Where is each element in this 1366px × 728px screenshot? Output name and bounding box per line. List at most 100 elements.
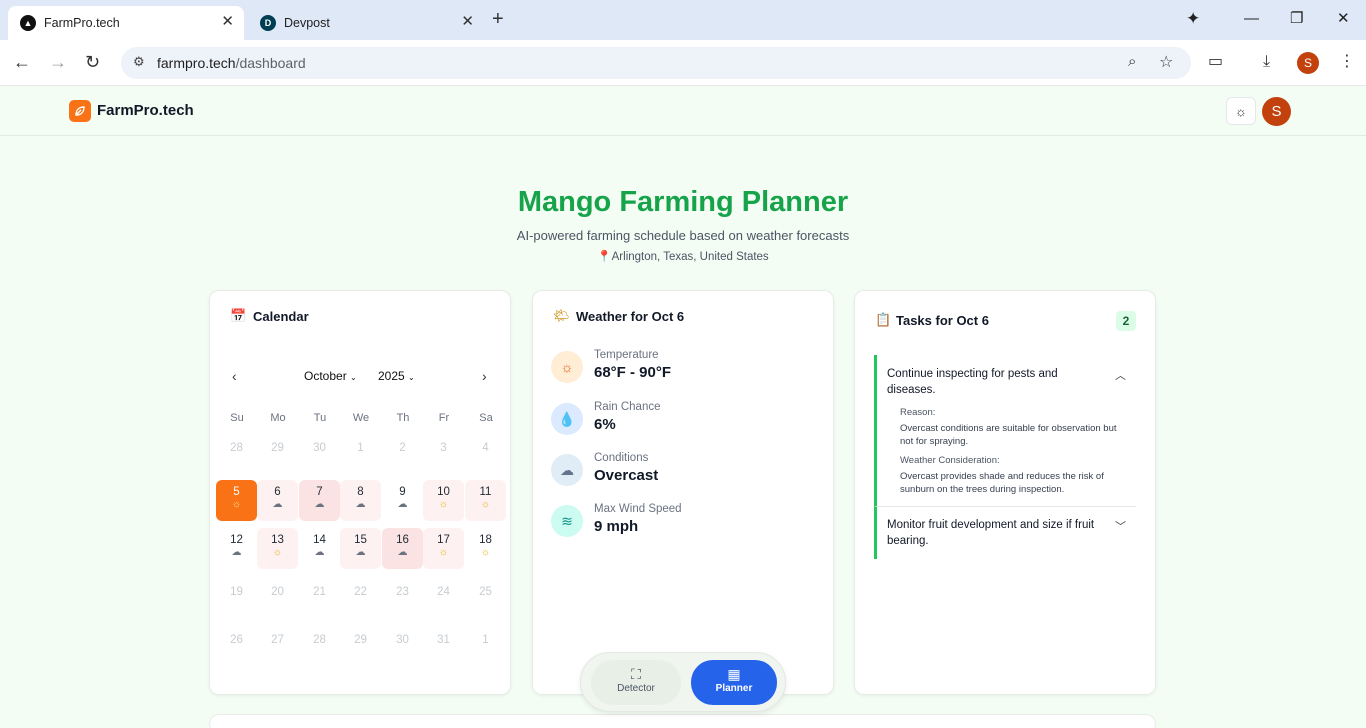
user-avatar[interactable]: S	[1262, 97, 1291, 126]
calendar-day[interactable]: 10 ☼	[423, 480, 464, 521]
task-item-collapsed[interactable]: Monitor fruit development and size if fr…	[874, 507, 1136, 559]
bookmark-star-icon[interactable]: ☆	[1159, 52, 1173, 72]
next-section-card	[209, 714, 1156, 728]
calendar-day[interactable]: 5 ☼	[216, 480, 257, 521]
calendar-day[interactable]: 7 ☁	[299, 480, 340, 521]
weather-title: Weather for Oct 6	[576, 309, 685, 324]
location-text: Arlington, Texas, United States	[611, 251, 769, 263]
calendar-day[interactable]: 23	[382, 580, 423, 621]
day-number: 12	[230, 534, 243, 546]
calendar-day[interactable]: 17 ☼	[423, 528, 464, 569]
cloud-icon: ☁	[355, 499, 366, 510]
calendar-day[interactable]: 29	[257, 436, 298, 477]
detector-label: Detector	[617, 683, 655, 694]
chevron-down-icon: ⌄	[350, 373, 357, 382]
calendar-day[interactable]: 29	[340, 628, 381, 669]
leaf-logo-icon[interactable]	[69, 100, 91, 122]
tab-farmpro[interactable]: ▲ FarmPro.tech ✕	[8, 6, 244, 40]
calendar-day[interactable]: 28	[216, 436, 257, 477]
menu-kebab-icon[interactable]: ⋮	[1339, 52, 1355, 72]
calendar-day[interactable]: 25	[465, 580, 506, 621]
year-select[interactable]: 2025 ⌄	[378, 369, 415, 383]
chevron-down-icon[interactable]: ﹀	[1115, 518, 1126, 534]
calendar-day[interactable]: 30	[299, 436, 340, 477]
day-number: 10	[437, 486, 450, 498]
calendar-day[interactable]: 24	[423, 580, 464, 621]
minimize-icon[interactable]: —	[1244, 10, 1259, 28]
month-select[interactable]: October ⌄	[304, 369, 357, 383]
brand-name[interactable]: FarmPro.tech	[97, 102, 194, 119]
calendar-day[interactable]: 12 ☁	[216, 528, 257, 569]
profile-avatar[interactable]: S	[1297, 52, 1319, 74]
new-tab-icon[interactable]: +	[492, 9, 504, 29]
calendar-day[interactable]: 31	[423, 628, 464, 669]
gemini-icon[interactable]: ✦	[1186, 10, 1200, 28]
calendar-day[interactable]: 3	[423, 436, 464, 477]
cloud-icon: ☁	[397, 499, 408, 510]
calendar-day[interactable]: 27	[257, 628, 298, 669]
close-window-icon[interactable]: ✕	[1337, 10, 1350, 28]
day-number: 1	[482, 634, 489, 646]
day-number: 24	[437, 586, 450, 598]
back-icon[interactable]: ←	[13, 52, 31, 72]
cloud-icon: ☁	[231, 547, 242, 558]
browser-toolbar: ← → ↻ ⚙ farmpro.tech/dashboard ⌕ ☆ ▭ ⤓ S…	[0, 40, 1366, 86]
screen-search-icon[interactable]: ▭	[1208, 52, 1223, 72]
calendar-day[interactable]: 15 ☁	[340, 528, 381, 569]
weather-consideration-text: Overcast provides shade and reduces the …	[900, 471, 1104, 495]
detector-button[interactable]: ⛶ Detector	[591, 660, 681, 705]
calendar-day[interactable]: 11 ☼	[465, 480, 506, 521]
close-tab-icon[interactable]: ✕	[461, 14, 474, 30]
calendar-day[interactable]: 19	[216, 580, 257, 621]
calendar-day[interactable]: 9 ☁	[382, 480, 423, 521]
day-number: 6	[274, 486, 281, 498]
weather-label: Rain Chance	[594, 401, 661, 413]
close-tab-icon[interactable]: ✕	[221, 14, 234, 30]
calendar-day[interactable]: 2	[382, 436, 423, 477]
restore-icon[interactable]: ❐	[1290, 10, 1303, 28]
address-bar[interactable]: ⚙ farmpro.tech/dashboard ⌕ ☆	[121, 47, 1191, 79]
prev-month-icon[interactable]: ‹	[232, 368, 237, 384]
day-number: 28	[230, 442, 243, 454]
site-settings-icon[interactable]: ⚙	[133, 54, 145, 70]
calendar-day[interactable]: 1	[340, 436, 381, 477]
calendar-day[interactable]: 1	[465, 628, 506, 669]
url-host: farmpro.tech	[157, 55, 236, 71]
cloud-icon: ☁	[314, 547, 325, 558]
day-number: 23	[396, 586, 409, 598]
calendar-day[interactable]: 14 ☁	[299, 528, 340, 569]
year-value: 2025	[378, 369, 405, 383]
task-item-expanded[interactable]: Continue inspecting for pests and diseas…	[874, 355, 1136, 507]
planner-button[interactable]: ▦ Planner	[691, 660, 777, 705]
weather-consideration-label: Weather Consideration:	[900, 455, 1000, 466]
calendar-day[interactable]: 8 ☁	[340, 480, 381, 521]
tab-devpost[interactable]: D Devpost ✕	[248, 6, 484, 40]
calendar-day[interactable]: 20	[257, 580, 298, 621]
calendar-day[interactable]: 28	[299, 628, 340, 669]
calendar-day[interactable]: 18 ☼	[465, 528, 506, 569]
calendar-day[interactable]: 16 ☁	[382, 528, 423, 569]
day-number: 26	[230, 634, 243, 646]
calendar-day[interactable]: 6 ☁	[257, 480, 298, 521]
calendar-day[interactable]: 30	[382, 628, 423, 669]
day-number: 14	[313, 534, 326, 546]
calendar-day[interactable]: 22	[340, 580, 381, 621]
next-month-icon[interactable]: ›	[482, 368, 487, 384]
calendar-day[interactable]: 4	[465, 436, 506, 477]
reason-text: Overcast conditions are suitable for obs…	[900, 423, 1117, 447]
theme-toggle-button[interactable]: ☼	[1226, 97, 1256, 125]
reload-icon[interactable]: ↻	[85, 52, 100, 72]
day-number: 16	[396, 534, 409, 546]
day-number: 21	[313, 586, 326, 598]
calendar-day[interactable]: 21	[299, 580, 340, 621]
calendar-icon: ▦	[727, 666, 741, 682]
sun-icon: ☼	[480, 547, 491, 558]
forward-icon[interactable]: →	[49, 52, 67, 72]
zoom-icon[interactable]: ⌕	[1128, 53, 1136, 70]
download-icon[interactable]: ⤓	[1263, 52, 1270, 72]
page-subtitle: AI-powered farming schedule based on wea…	[516, 228, 850, 243]
calendar-day[interactable]: 13 ☼	[257, 528, 298, 569]
chevron-up-icon[interactable]: ︿	[1115, 367, 1126, 383]
devpost-favicon-icon: D	[260, 15, 276, 31]
calendar-day[interactable]: 26	[216, 628, 257, 669]
